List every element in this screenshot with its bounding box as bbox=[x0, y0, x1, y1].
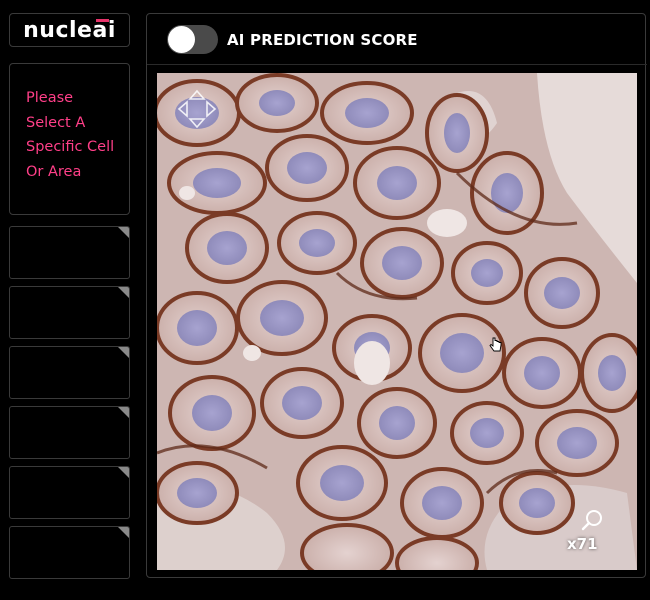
instruction-text: Please Select A Specific Cell Or Area bbox=[26, 90, 115, 180]
slot-corner-fold-icon bbox=[118, 467, 129, 478]
zoom-level-label: x71 bbox=[567, 535, 598, 553]
header-divider bbox=[147, 64, 647, 65]
thumbnail-slot[interactable] bbox=[9, 406, 130, 459]
panel-title: AI PREDICTION SCORE bbox=[227, 31, 418, 49]
thumbnail-slot[interactable] bbox=[9, 286, 130, 339]
logo-accent-bar bbox=[95, 18, 109, 22]
slot-corner-fold-icon bbox=[118, 287, 129, 298]
slot-corner-fold-icon bbox=[118, 527, 129, 538]
slot-corner-fold-icon bbox=[118, 347, 129, 358]
zoom-magnifier-icon bbox=[581, 510, 602, 531]
logo: nucleai bbox=[23, 18, 116, 43]
ai-score-toggle[interactable] bbox=[167, 25, 218, 54]
pan-arrows-icon[interactable] bbox=[177, 89, 217, 129]
zoom-indicator[interactable]: x71 bbox=[559, 509, 619, 559]
slot-corner-fold-icon bbox=[118, 227, 129, 238]
thumbnail-slot[interactable] bbox=[9, 466, 130, 519]
main-panel: AI PREDICTION SCORE x71 bbox=[146, 13, 647, 578]
tissue-image bbox=[157, 73, 637, 570]
tissue-viewer[interactable]: x71 bbox=[157, 73, 637, 570]
toggle-knob bbox=[168, 26, 195, 53]
thumbnail-slot[interactable] bbox=[9, 526, 130, 579]
thumbnail-slot[interactable] bbox=[9, 226, 130, 279]
slot-corner-fold-icon bbox=[118, 407, 129, 418]
hand-cursor-icon bbox=[489, 337, 502, 352]
thumbnail-slot[interactable] bbox=[9, 346, 130, 399]
instruction-panel: Please Select A Specific Cell Or Area bbox=[9, 63, 130, 215]
logo-box: nucleai bbox=[9, 13, 130, 47]
